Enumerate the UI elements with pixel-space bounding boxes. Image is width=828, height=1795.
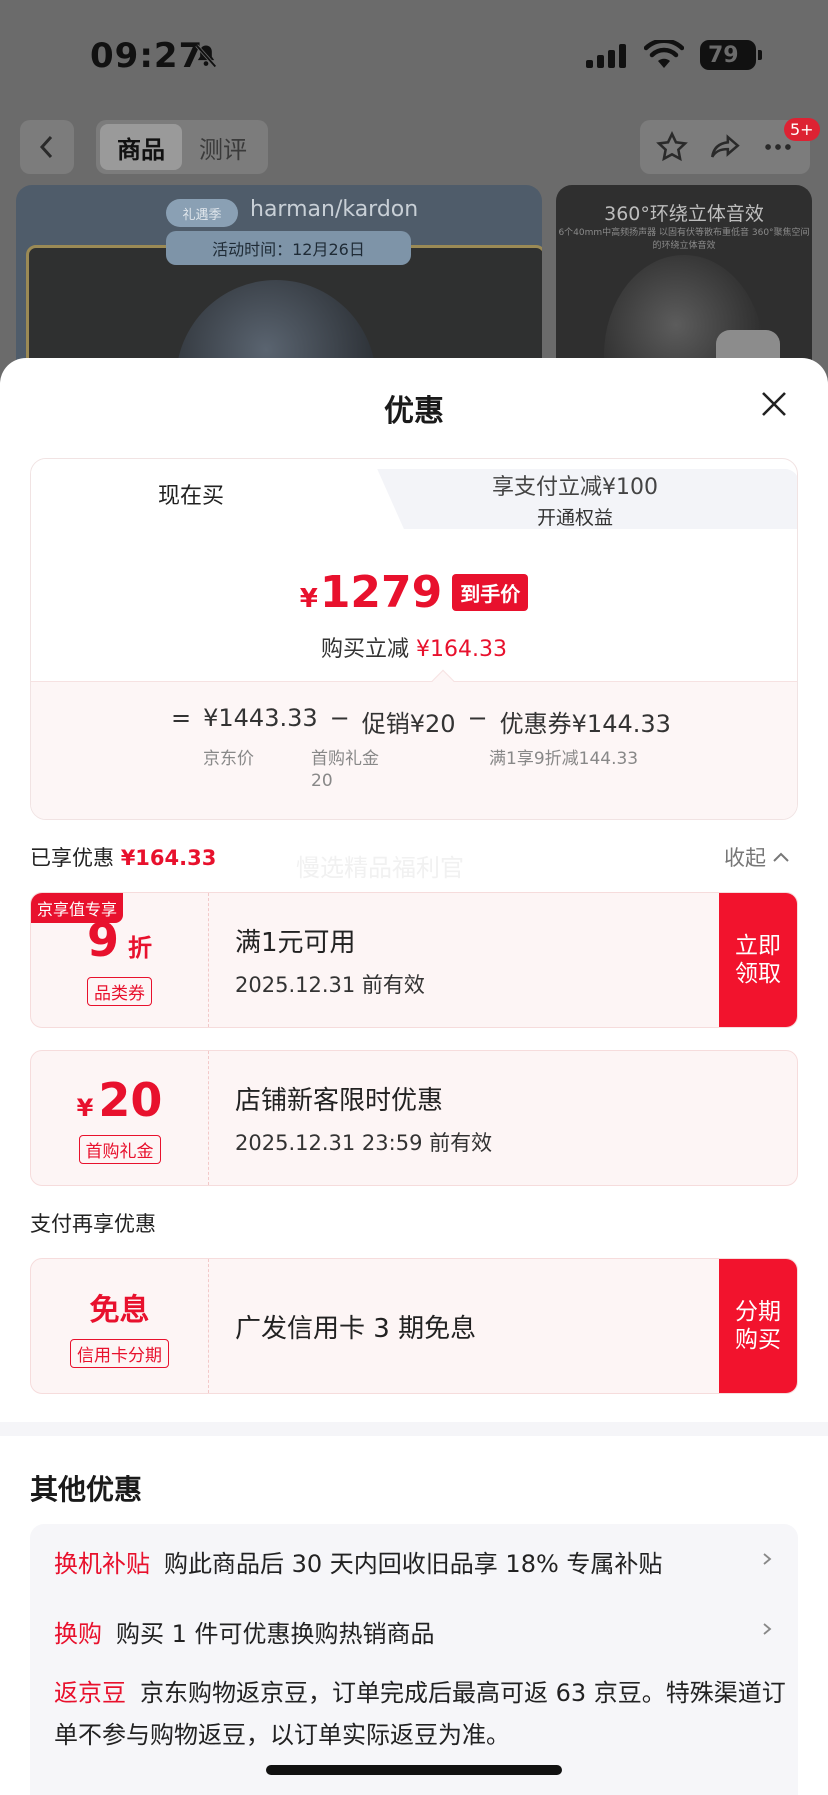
event-logo: 礼遇季 [166,199,238,227]
enjoyed-amount: ¥164.33 [120,846,217,870]
offer-exchange[interactable]: 换购 购买 1 件可优惠换购热销商品 [54,1614,435,1649]
other-offers-list: 换机补贴 购此商品后 30 天内回收旧品享 18% 专属补贴 换购 购买 1 件可优… [30,1524,798,1795]
purchase-reduction: 购买立减 ¥164.33 [31,631,797,663]
discount-unit: 折 [128,934,153,962]
battery-level: 79 [708,42,739,68]
star-icon[interactable] [655,130,689,164]
collapse-button[interactable]: 收起 [724,842,790,872]
coupon-card-gift: ¥ 20 首购礼金 店铺新客限时优惠 2025.12.31 23:59 前有效 [30,1050,798,1186]
coupon-type-tag: 品类券 [87,977,152,1006]
jd-price: ¥1443.33 [203,704,318,732]
coupon-value: 9 折 [31,913,208,967]
back-button[interactable] [20,120,74,174]
reduction-amount: ¥164.33 [416,637,507,662]
discount-sheet: 优惠 享支付立减¥100 开通权益 现在买 ¥ 1279 到手价 购买立减 ¥1… [0,358,828,1795]
equals-sign: = [171,704,192,732]
coupon-info: 满1元可用 2025.12.31 前有效 [235,893,425,1027]
chevron-left-icon [39,135,53,159]
tab-pay-line1: 享支付立减¥100 [492,474,658,500]
cellular-signal-icon [586,44,626,68]
tab-product[interactable]: 商品 [100,124,182,170]
offer-info: 广发信用卡 3 期免息 [235,1259,476,1393]
chevron-up-icon [773,852,789,862]
section-divider [0,1422,828,1436]
installment-offer-card: 免息 信用卡分期 广发信用卡 3 期免息 分期购买 [30,1258,798,1394]
status-time: 09:27 [90,36,204,76]
offer-value-area: 免息 信用卡分期 [31,1259,209,1393]
offer-type-tag: 信用卡分期 [70,1339,169,1368]
currency-symbol: ¥ [76,1094,94,1122]
promo-amount: 促销¥20 [361,710,456,738]
coupon-value: ¥ 20 [31,1073,208,1127]
other-offers-title: 其他优惠 [30,1473,143,1506]
interest-free-label: 免息 [89,1293,150,1328]
final-price-tag: 到手价 [452,574,529,611]
coupon-info: 店铺新客限时优惠 2025.12.31 23:59 前有效 [235,1051,492,1185]
offer-text: 购此商品后 30 天内回收旧品享 18% 专属补贴 [164,1550,663,1578]
discount-value: 9 [86,913,119,967]
offer-tag: 换购 [54,1620,102,1648]
jd-price-label: 京东价 [203,749,254,769]
installment-buy-button[interactable]: 分期购买 [719,1259,797,1393]
collapse-label: 收起 [724,846,766,870]
chevron-right-icon[interactable] [760,1622,774,1636]
enjoyed-discount: 已享优惠 ¥164.33 [30,842,216,872]
gift-value: 20 [98,1073,163,1127]
currency-symbol: ¥ [299,584,318,614]
coupon-value-area: ¥ 20 首购礼金 [31,1051,209,1185]
promo-sub-1: 首购礼金 [311,749,379,769]
brand-name: harman/kardon [250,197,419,222]
price-breakdown: = ¥1443.33 − 促销¥20 − 优惠券¥144.33 京东价 首购礼金… [31,681,797,819]
coupon-date: 2025.12.31 23:59 前有效 [235,1130,493,1155]
event-time: 活动时间：12月26日 [166,231,411,265]
coupon-amount: 优惠券¥144.33 [499,710,671,738]
close-icon[interactable] [758,388,790,420]
home-indicator [266,1765,562,1775]
wifi-icon [644,40,684,68]
offer-tag: 返京豆 [54,1679,126,1707]
coupon-title: 满1元可用 [235,927,356,958]
offer-trade-in[interactable]: 换机补贴 购此商品后 30 天内回收旧品享 18% 专属补贴 [54,1544,662,1579]
bell-muted-icon [195,44,217,68]
tab-pay-discount[interactable]: 享支付立减¥100 开通权益 [351,469,797,529]
tab-review[interactable]: 测评 [182,124,264,170]
coupon-sub: 满1享9折减144.33 [489,749,639,769]
message-badge: 5+ [784,118,820,141]
claim-label: 立即领取 [735,933,781,987]
tab-buy-now[interactable]: 现在买 [31,459,351,529]
nav-tabs: 商品 测评 [96,120,268,174]
coupon-card-discount: 京享值专享 9 折 品类券 满1元可用 2025.12.31 前有效 立即领取 [30,892,798,1028]
offer-title: 广发信用卡 3 期免息 [235,1313,477,1344]
enjoyed-label: 已享优惠 [30,846,114,870]
installment-label: 分期购买 [735,1299,781,1353]
final-price: ¥ 1279 到手价 [31,567,797,618]
coupon-type-tag: 首购礼金 [78,1135,161,1164]
offer-tag: 换机补贴 [54,1550,150,1578]
pay-section-title: 支付再享优惠 [30,1212,156,1236]
breakdown-row: = ¥1443.33 − 促销¥20 − 优惠券¥144.33 [171,704,671,739]
sheet-title: 优惠 [384,394,444,429]
coupon-date: 2025.12.31 前有效 [235,972,425,997]
coupon-value-area: 京享值专享 9 折 品类券 [31,893,209,1027]
price-card: 享支付立减¥100 开通权益 现在买 ¥ 1279 到手价 购买立减 ¥164.… [30,458,798,820]
offer-jd-beans: 返京豆 京东购物返京豆，订单完成后最高可返 63 京豆。特殊渠道订单不参与购物返豆… [54,1672,794,1756]
status-bar: 09:27 79 [0,0,828,110]
minus-sign: − [467,704,488,732]
share-icon[interactable] [708,130,742,164]
feature-title: 360°环绕立体音效 [604,203,764,225]
claim-coupon-button[interactable]: 立即领取 [719,893,797,1027]
coupon-title: 店铺新客限时优惠 [235,1085,444,1116]
background-page: 09:27 79 商品 测评 5+ 礼遇季 harman/kardon 活动时间… [0,0,828,425]
promo-sub-2: 20 [311,771,333,791]
final-price-value: 1279 [319,567,443,618]
minus-sign: − [329,704,350,732]
watermark: 慢选精品福利官 [296,854,464,882]
battery-icon: 79 [700,40,762,70]
chevron-right-icon[interactable] [760,1552,774,1566]
reduction-label: 购买立减 [321,637,410,662]
offer-text: 京东购物返京豆，订单完成后最高可返 63 京豆。特殊渠道订单不参与购物返豆，以订… [54,1679,786,1749]
offer-text: 购买 1 件可优惠换购热销商品 [116,1620,435,1648]
tab-pay-line2: 开通权益 [536,506,613,529]
feature-subtitle: 6个40mm中高频扬声器 以固有伏等散布重低音 360°聚焦空间的环绕立体音效 [558,228,810,251]
